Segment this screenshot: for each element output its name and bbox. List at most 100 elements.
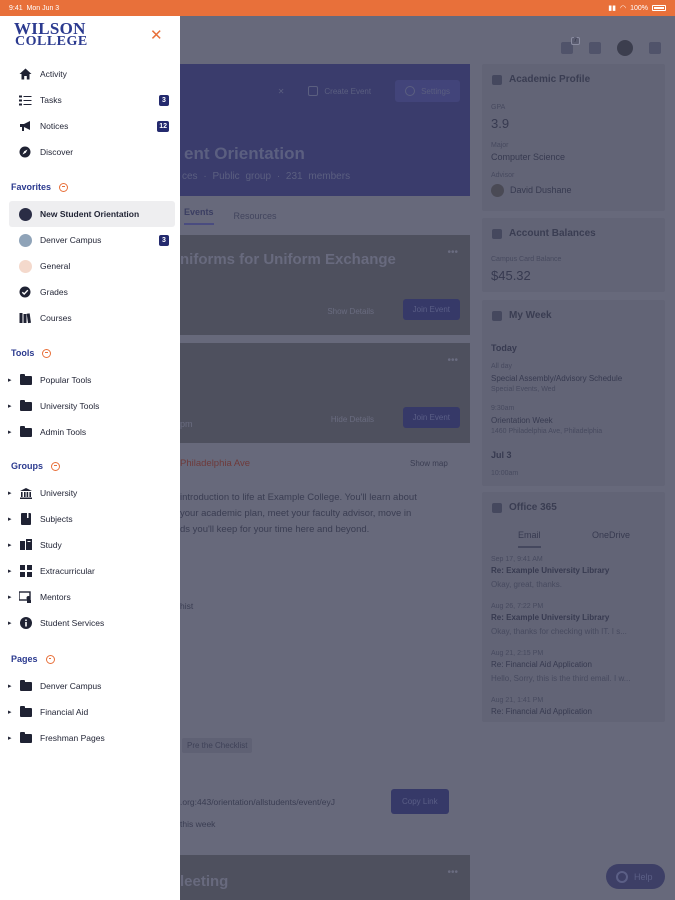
- academic-profile-panel: Academic Profile GPA 3.9 Major Computer …: [482, 64, 665, 211]
- folder-icon: [19, 373, 32, 386]
- office-365-panel: Office 365 Email OneDrive Sep 17, 9:41 A…: [482, 492, 665, 722]
- more-icon[interactable]: •••: [447, 867, 458, 878]
- battery-icon: [652, 5, 666, 11]
- top-bar-icons: 7: [561, 37, 661, 56]
- join-event-button[interactable]: Join Event: [402, 407, 460, 428]
- copy-link-button[interactable]: Copy Link: [391, 789, 449, 814]
- tab-events[interactable]: Events: [184, 207, 214, 225]
- favorite-general[interactable]: General: [9, 253, 175, 279]
- groups-header: Groups: [11, 461, 61, 471]
- nav-item-notices[interactable]: Notices 12: [9, 113, 175, 139]
- hide-details-link[interactable]: Hide Details: [331, 415, 374, 424]
- show-map-link[interactable]: Show map: [410, 456, 448, 472]
- calendar-icon: [492, 310, 502, 321]
- show-details-link[interactable]: Show Details: [327, 307, 374, 316]
- signal-icon: ▮▮: [608, 5, 616, 12]
- event-title: niforms for Uniform Exchange: [180, 251, 396, 268]
- folder-icon: [19, 705, 32, 718]
- group-title: ent Orientation: [184, 144, 305, 163]
- checklist-chip[interactable]: Pre the Checklist: [182, 738, 253, 753]
- tools-header: Tools: [11, 348, 52, 358]
- battery-percent: 100%: [630, 4, 648, 12]
- misc-text: this week: [180, 819, 216, 829]
- nav-item-discover[interactable]: Discover: [9, 139, 175, 165]
- advisor-name[interactable]: David Dushane: [510, 185, 572, 195]
- groups-item-study[interactable]: ▸ Study: [8, 532, 178, 558]
- add-favorite-icon[interactable]: [59, 182, 69, 192]
- nav-item-tasks[interactable]: Tasks 3: [9, 87, 175, 113]
- account-balances-panel: Account Balances Campus Card Balance $45…: [482, 218, 665, 292]
- navigation-drawer: WILSON COLLEGE ✕ Activity Tasks 3 Notice…: [0, 16, 180, 900]
- settings-button[interactable]: Settings: [395, 80, 460, 102]
- groups-item-student-services[interactable]: ▸ Student Services: [8, 610, 178, 636]
- compass-icon: [18, 145, 32, 159]
- pages-header: Pages: [11, 654, 55, 664]
- groups-item-extracurricular[interactable]: ▸ Extracurricular: [8, 558, 178, 584]
- tools-item-popular[interactable]: ▸ Popular Tools: [8, 367, 178, 393]
- tab-resources[interactable]: Resources: [234, 211, 277, 221]
- advisor-avatar: [491, 184, 504, 197]
- study-icon: [19, 539, 32, 551]
- favorite-new-student-orientation[interactable]: New Student Orientation: [9, 201, 175, 227]
- mentors-icon: [19, 591, 32, 603]
- campus-count-badge: 3: [159, 234, 169, 246]
- home-icon: [18, 67, 32, 81]
- profile-icon: [492, 74, 502, 85]
- wifi-icon: ◠: [619, 5, 627, 12]
- pages-item-freshman-pages[interactable]: ▸ Freshman Pages: [8, 725, 178, 751]
- close-drawer-button[interactable]: ✕: [150, 26, 163, 44]
- add-tool-icon[interactable]: [42, 348, 52, 358]
- group-avatar-icon: [18, 259, 32, 273]
- chevron-right-icon: ▸: [8, 377, 12, 384]
- chevron-right-icon: ▸: [8, 620, 12, 627]
- bell-icon[interactable]: 7: [561, 37, 580, 54]
- chat-icon[interactable]: [589, 42, 601, 54]
- mute-icon[interactable]: ✕: [278, 87, 285, 96]
- favorite-grades[interactable]: Grades: [9, 279, 175, 305]
- more-icon[interactable]: •••: [447, 355, 458, 366]
- groups-item-university[interactable]: ▸ University: [8, 480, 178, 506]
- group-subtitle: ces · Public group · 231 members: [182, 171, 351, 182]
- event-card: ••• pm Hide Details Join Event: [180, 343, 470, 443]
- nav-item-activity[interactable]: Activity: [9, 61, 175, 87]
- help-icon: [616, 870, 628, 883]
- college-logo[interactable]: WILSON COLLEGE: [14, 20, 88, 49]
- pages-item-financial-aid[interactable]: ▸ Financial Aid: [8, 699, 178, 725]
- info-icon: [19, 617, 32, 629]
- tools-item-admin[interactable]: ▸ Admin Tools: [8, 419, 178, 445]
- favorite-courses[interactable]: Courses: [9, 305, 175, 331]
- folder-icon: [19, 679, 32, 692]
- chevron-right-icon: ▸: [8, 490, 12, 497]
- logout-icon[interactable]: [649, 42, 661, 54]
- chevron-right-icon: ▸: [8, 516, 12, 523]
- add-page-icon[interactable]: [45, 654, 55, 664]
- status-bar: 9:41 Mon Jun 3 ▮▮ ◠ 100%: [0, 0, 675, 16]
- tab-onedrive[interactable]: OneDrive: [592, 530, 630, 540]
- avatar[interactable]: [617, 40, 633, 56]
- more-icon[interactable]: •••: [447, 247, 458, 258]
- balance-amount: $45.32: [491, 268, 531, 283]
- groups-item-mentors[interactable]: ▸ Mentors: [8, 584, 178, 610]
- add-group-icon[interactable]: [51, 461, 61, 471]
- groups-item-subjects[interactable]: ▸ Subjects: [8, 506, 178, 532]
- chevron-right-icon: ▸: [8, 542, 12, 549]
- campus-avatar-icon: [18, 233, 32, 247]
- favorites-header: Favorites: [11, 182, 69, 192]
- chevron-right-icon: ▸: [8, 403, 12, 410]
- pages-item-denver-campus[interactable]: ▸ Denver Campus: [8, 673, 178, 699]
- tab-email[interactable]: Email: [518, 530, 541, 548]
- favorite-denver-campus[interactable]: Denver Campus 3: [9, 227, 175, 253]
- calendar-icon: [308, 86, 319, 96]
- folder-icon: [19, 425, 32, 438]
- help-button[interactable]: Help: [606, 864, 665, 889]
- office-icon: [492, 502, 502, 513]
- create-event-button[interactable]: Create Event: [298, 80, 381, 102]
- chevron-right-icon: ▸: [8, 735, 12, 742]
- book-icon: [19, 513, 32, 525]
- university-icon: [19, 487, 32, 499]
- join-event-button[interactable]: Join Event: [402, 299, 460, 320]
- event-location[interactable]: Philadelphia Ave: [180, 456, 250, 472]
- tools-item-university[interactable]: ▸ University Tools: [8, 393, 178, 419]
- event-title: leeting: [180, 873, 229, 890]
- tasks-icon: [18, 93, 32, 107]
